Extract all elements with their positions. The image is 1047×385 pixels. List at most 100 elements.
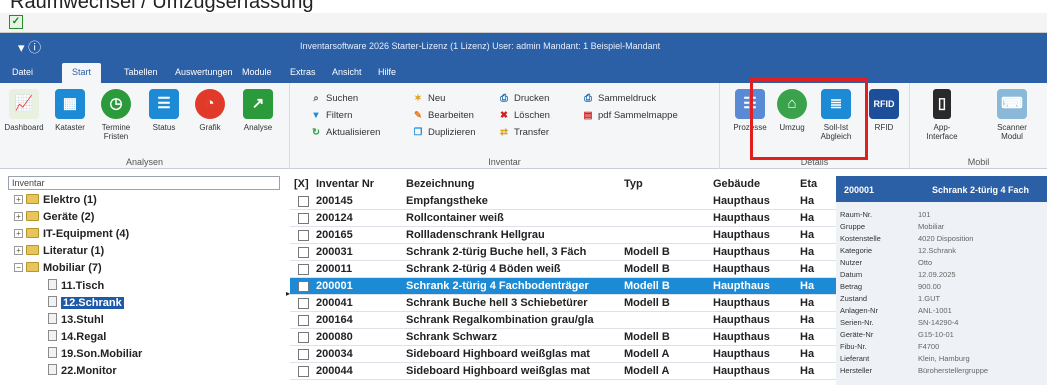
- suchen-button[interactable]: ⌕ Suchen: [310, 93, 358, 104]
- detail-field-value: 900.00: [918, 282, 941, 291]
- tree-leaf[interactable]: 14.Regal: [48, 330, 106, 343]
- row-checkbox[interactable]: [298, 298, 309, 309]
- bearbeiten-button[interactable]: ✎ Bearbeiten: [412, 110, 474, 121]
- tree-leaf-selected[interactable]: 12.Schrank: [48, 296, 124, 309]
- cell-bez: Schrank 2-türig 4 Böden weiß: [406, 263, 561, 275]
- dashboard-button[interactable]: 📈 Dashboard: [0, 89, 48, 132]
- cell-typ: [624, 193, 710, 210]
- cell-eta: Ha: [800, 348, 815, 360]
- termine-icon: ◷: [101, 89, 131, 119]
- menu-extras[interactable]: Extras: [290, 67, 316, 77]
- scanner-icon: ⌨: [997, 89, 1027, 119]
- cell-eta: Ha: [800, 365, 815, 377]
- cell-typ: [624, 227, 710, 244]
- status-button[interactable]: ☰ Status: [140, 89, 188, 132]
- row-checkbox[interactable]: [298, 315, 309, 326]
- table-row[interactable]: 200164 Schrank Regalkombination grau/gla H…: [290, 312, 836, 329]
- group-label-inventar: Inventar: [488, 157, 521, 167]
- menu-tabellen[interactable]: Tabellen: [124, 67, 158, 77]
- tree-node[interactable]: + Elektro (1): [14, 194, 97, 206]
- detail-field-label: Betrag: [840, 282, 863, 291]
- table-row[interactable]: 200031 Schrank 2-türig Buche hell, 3 Fäch…: [290, 244, 836, 261]
- table-row[interactable]: 200124 Rollcontainer weiß Haupthaus Ha: [290, 210, 836, 227]
- col-header-typ[interactable]: Typ: [624, 176, 643, 192]
- aktualisieren-button[interactable]: ↻ Aktualisieren: [310, 127, 380, 138]
- row-checkbox[interactable]: [298, 247, 309, 258]
- scanner-modul-button[interactable]: ⌨ Scanner Modul: [988, 89, 1036, 141]
- cell-bez: Schrank Regalkombination grau/gla: [406, 314, 594, 326]
- neu-button[interactable]: ✶ Neu: [412, 93, 445, 104]
- cell-nr: 200001: [316, 280, 353, 292]
- edit-icon: ✎: [414, 110, 422, 121]
- group-inventar: ⌕ Suchen ▼ Filtern ↻ Aktualisieren ✶ Neu ✎ Be…: [290, 83, 720, 169]
- menu-module[interactable]: Module: [242, 67, 272, 77]
- detail-panel: 200001 Schrank 2-türig 4 Fach Raum-Nr. 10…: [836, 176, 1047, 385]
- cell-eta: Ha: [800, 263, 815, 275]
- detail-field-value: Klein, Hamburg: [918, 354, 970, 363]
- row-checkbox[interactable]: [298, 196, 309, 207]
- batch-print-icon: ⎙: [584, 93, 592, 104]
- menu-ansicht[interactable]: Ansicht: [332, 67, 362, 77]
- row-checkbox[interactable]: [298, 213, 309, 224]
- termine-button[interactable]: ◷ Termine Fristen: [92, 89, 140, 141]
- sammeldruck-button[interactable]: ⎙ Sammeldruck: [582, 93, 656, 104]
- detail-field-label: Fibu-Nr.: [840, 342, 867, 351]
- table-row[interactable]: 200011 Schrank 2-türig 4 Böden weiß Modell…: [290, 261, 836, 278]
- menu-start[interactable]: Start: [62, 63, 102, 83]
- print-icon: ⎙: [500, 93, 508, 104]
- filtern-button[interactable]: ▼ Filtern: [310, 110, 352, 121]
- col-header-select[interactable]: [X]: [294, 176, 309, 192]
- row-checkbox[interactable]: [298, 332, 309, 343]
- row-checkbox[interactable]: [298, 349, 309, 360]
- cell-typ: Modell A: [624, 348, 670, 360]
- pdf-icon: ▤: [583, 110, 593, 121]
- drucken-button[interactable]: ⎙ Drucken: [498, 93, 549, 104]
- group-mobil: ▯ App-Interface ⌨ Scanner Modul Mobil: [910, 83, 1047, 169]
- col-header-gebaeude[interactable]: Gebäude: [713, 176, 760, 192]
- table-row-selected[interactable]: 200001 Schrank 2-türig 4 Fachbodenträger M…: [290, 278, 836, 295]
- tree-leaf[interactable]: 11.Tisch: [48, 279, 104, 292]
- cell-nr: 200124: [316, 212, 353, 224]
- row-checkbox[interactable]: [298, 264, 309, 275]
- analyse-button[interactable]: ↗ Analyse: [234, 89, 282, 132]
- document-icon: [48, 296, 57, 307]
- grafik-button[interactable]: ◔ Grafik: [186, 89, 234, 132]
- detail-field-label: Anlagen-Nr: [840, 306, 878, 315]
- app-icon[interactable]: ✓: [9, 15, 23, 29]
- menu-datei[interactable]: Datei: [12, 67, 33, 77]
- kataster-button[interactable]: ▦ Kataster: [46, 89, 94, 132]
- detail-field-label: Kategorie: [840, 246, 873, 255]
- tree-leaf[interactable]: 19.Son.Mobiliar: [48, 347, 142, 360]
- row-checkbox[interactable]: [298, 366, 309, 377]
- table-row[interactable]: 200145 Empfangstheke Haupthaus Ha: [290, 193, 836, 210]
- cell-bez: Schrank 2-türig 4 Fachbodenträger: [406, 280, 589, 292]
- tree-node[interactable]: + Literatur (1): [14, 245, 104, 257]
- cell-eta: Ha: [800, 297, 815, 309]
- menu-hilfe[interactable]: Hilfe: [378, 67, 396, 77]
- tree-leaf[interactable]: 22.Monitor: [48, 364, 117, 377]
- tree-node[interactable]: + IT-Equipment (4): [14, 228, 129, 240]
- pdf-sammelmappe-button[interactable]: ▤ pdf Sammelmappe: [582, 110, 678, 121]
- table-row[interactable]: 200034 Sideboard Highboard weißglas mat Mo…: [290, 346, 836, 363]
- row-checkbox[interactable]: [298, 230, 309, 241]
- tree-leaf[interactable]: 13.Stuhl: [48, 313, 104, 326]
- tree-node[interactable]: + Geräte (2): [14, 211, 94, 223]
- duplizieren-button[interactable]: ❐ Duplizieren: [412, 127, 476, 138]
- col-header-etage[interactable]: Eta: [800, 176, 817, 192]
- app-interface-button[interactable]: ▯ App-Interface: [918, 89, 966, 141]
- menu-auswertungen[interactable]: Auswertungen: [175, 67, 233, 77]
- table-row[interactable]: 200041 Schrank Buche hell 3 Schiebetürer M…: [290, 295, 836, 312]
- table-row[interactable]: 200044 Sideboard Highboard weißglas mat Mo…: [290, 363, 836, 380]
- table-row[interactable]: 200165 Rollladenschrank Hellgrau Haupthaus…: [290, 227, 836, 244]
- transfer-button[interactable]: ⇄ Transfer: [498, 127, 549, 138]
- folder-icon: [26, 211, 39, 221]
- row-checkbox[interactable]: [298, 281, 309, 292]
- quick-access-menu-icon[interactable]: ▾ ⓘ: [18, 37, 41, 56]
- col-header-inventar-nr[interactable]: Inventar Nr: [316, 176, 374, 192]
- tree-node[interactable]: − Mobiliar (7): [14, 262, 102, 274]
- table-row[interactable]: 200080 Schrank Schwarz Modell B Haupthaus Ha: [290, 329, 836, 346]
- col-header-bezeichnung[interactable]: Bezeichnung: [406, 176, 474, 192]
- cell-geb: Haupthaus: [713, 297, 770, 309]
- loeschen-button[interactable]: ✖ Löschen: [498, 110, 550, 121]
- cell-eta: Ha: [800, 331, 815, 343]
